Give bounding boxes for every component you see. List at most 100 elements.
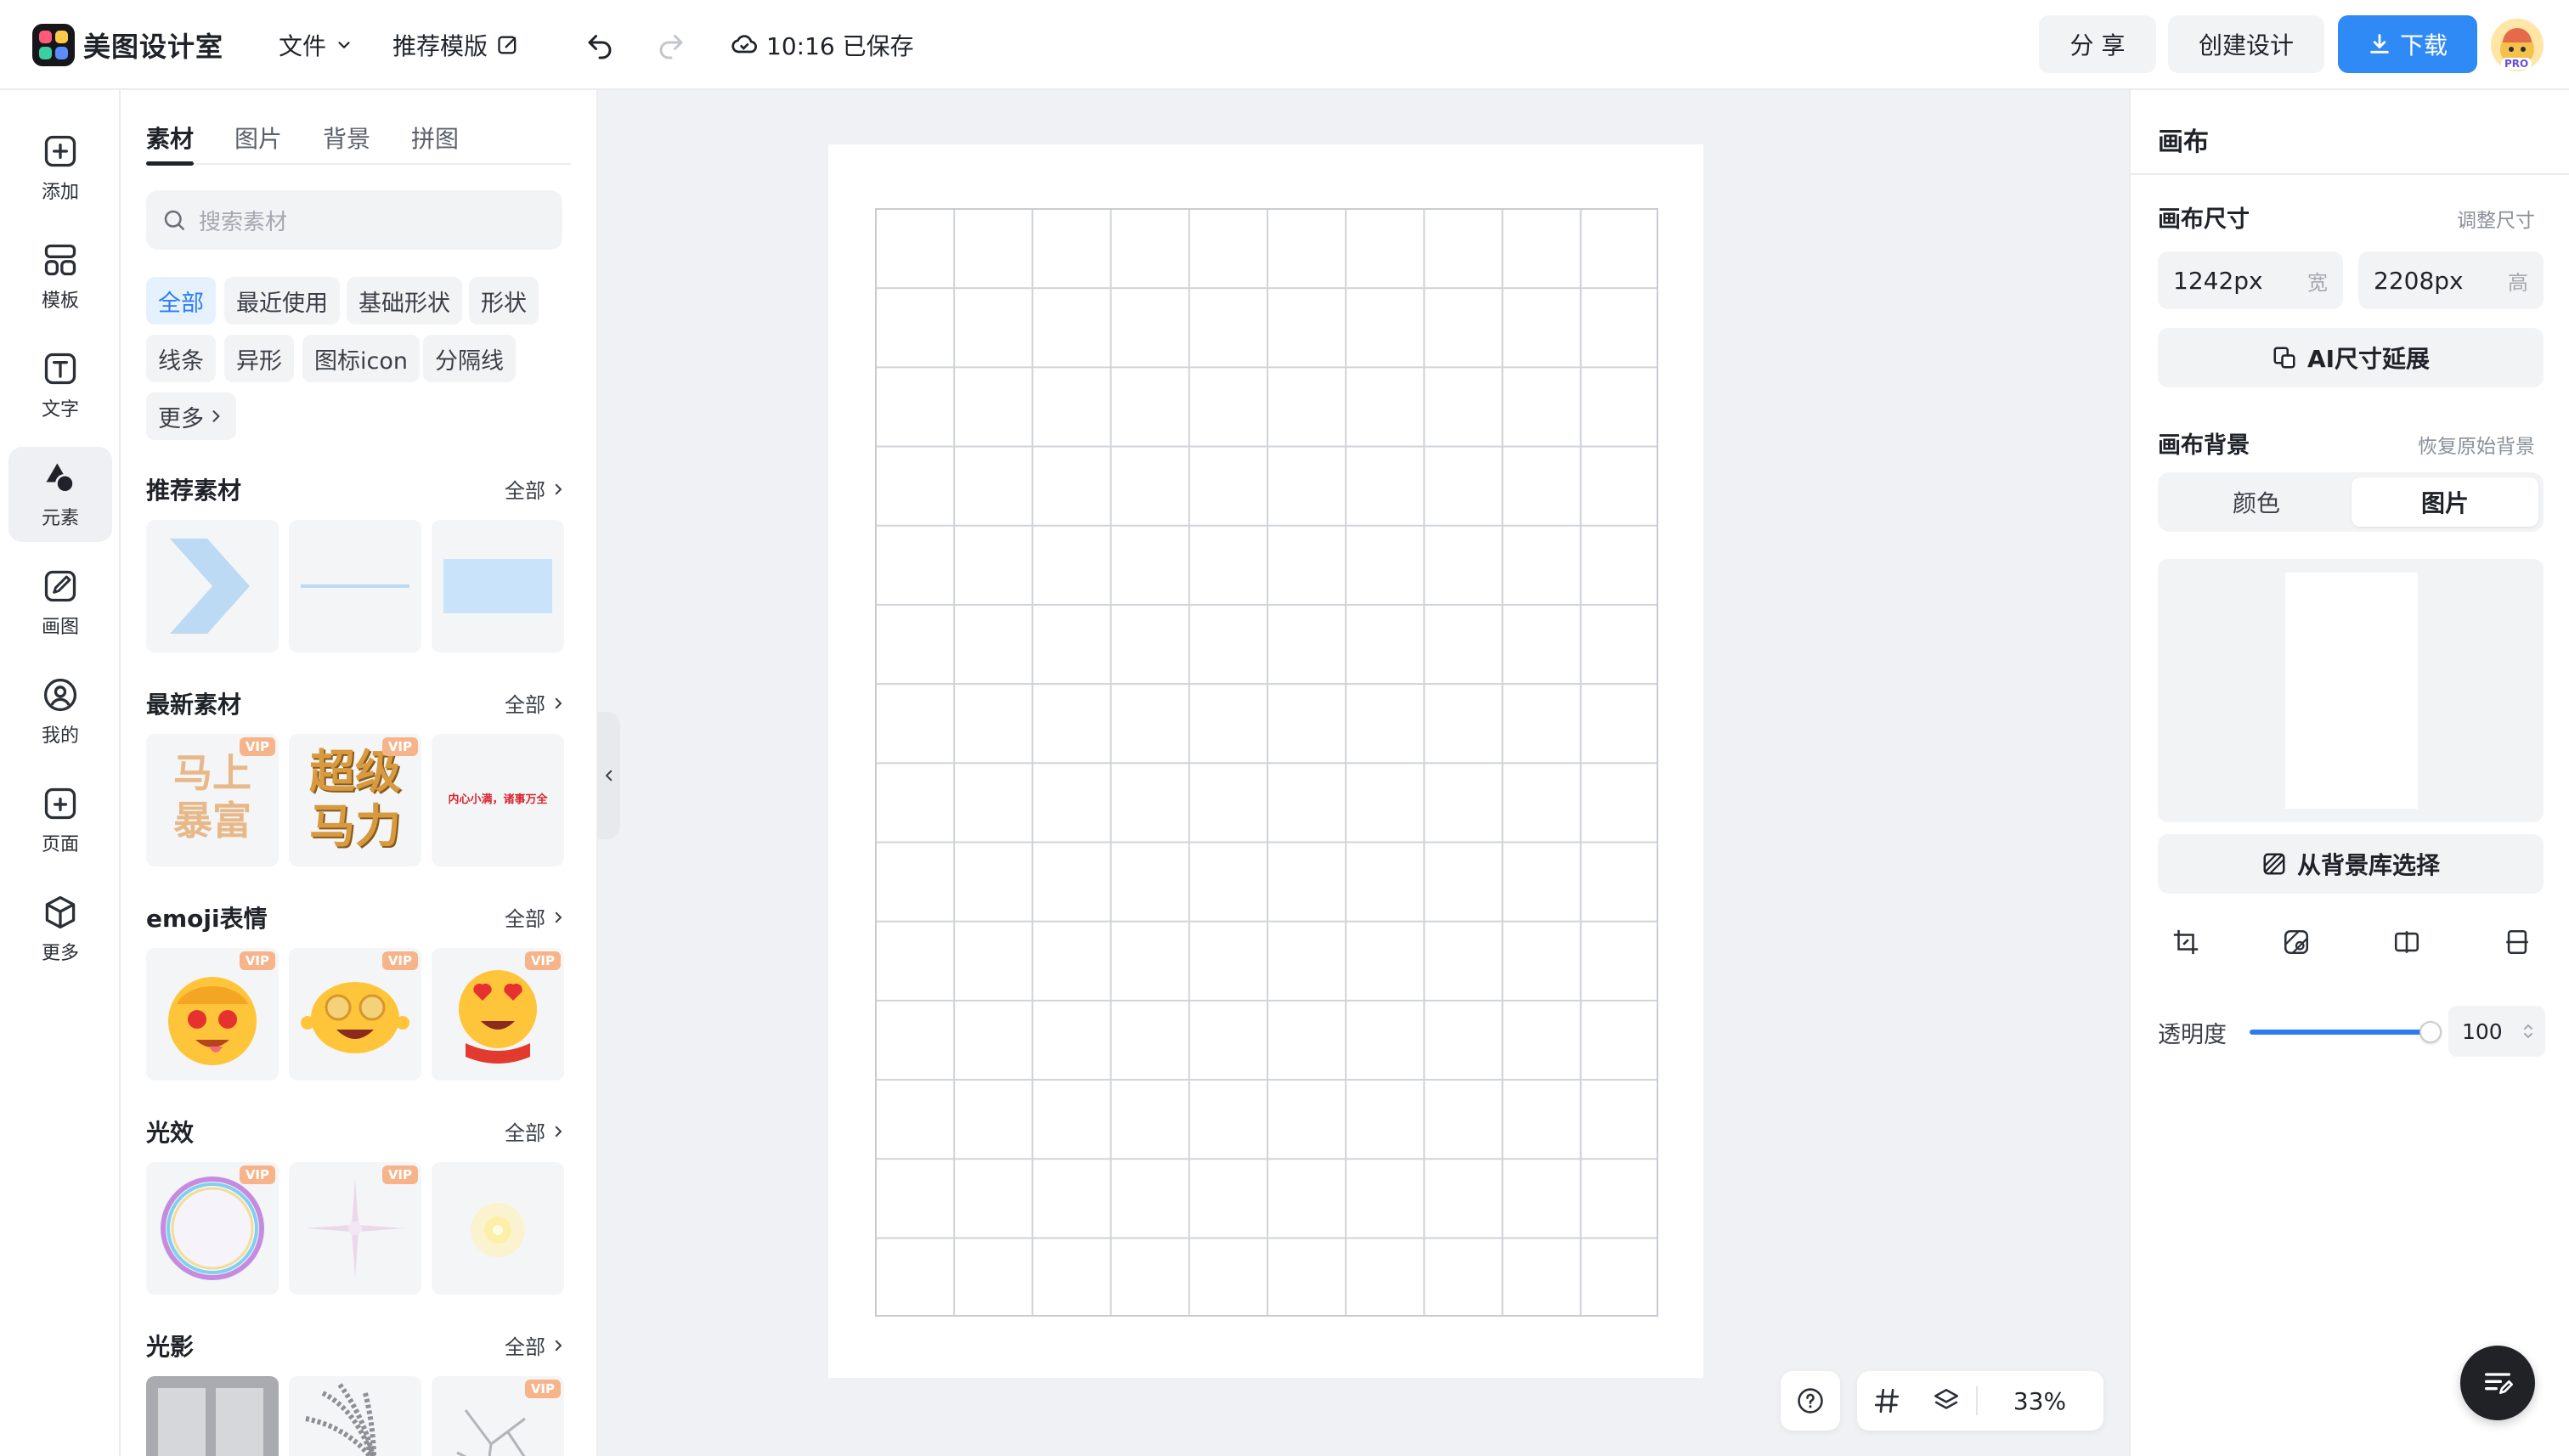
section-all-link[interactable]: 全部 — [505, 688, 566, 718]
layers-button[interactable] — [1917, 1386, 1976, 1415]
crop-button[interactable] — [2166, 923, 2205, 962]
height-field[interactable]: 2208px 高 — [2358, 251, 2544, 309]
nav-more[interactable]: 更多 — [8, 882, 112, 977]
search-input[interactable]: 搜索素材 — [146, 190, 562, 250]
tab-collage[interactable]: 拼图 — [411, 121, 459, 155]
opacity-slider-handle[interactable] — [2419, 1021, 2442, 1043]
cube-icon — [45, 895, 76, 929]
nav-mine[interactable]: 我的 — [8, 664, 112, 759]
section-all-link[interactable]: 全部 — [505, 1330, 566, 1360]
chevron-left-icon — [605, 770, 613, 782]
opacity-label: 透明度 — [2158, 1022, 2227, 1048]
chip-irregular[interactable]: 异形 — [224, 335, 294, 382]
opacity-input[interactable]: 100 — [2448, 1006, 2545, 1057]
line-shape-preview — [301, 584, 409, 588]
asset-rect-shape[interactable] — [432, 520, 564, 652]
resize-link[interactable]: 调整尺寸 — [2457, 204, 2535, 233]
asset-glow-light[interactable] — [432, 1162, 564, 1295]
asset-power-text[interactable]: 超级 马力 VIP — [289, 734, 421, 866]
asset-emoji-heart-eyes[interactable]: VIP — [432, 948, 564, 1081]
cutout-button[interactable] — [2277, 923, 2316, 962]
tab-materials[interactable]: 素材 — [146, 121, 194, 155]
grid-toggle-button[interactable] — [1857, 1386, 1917, 1415]
section-title: 推荐素材 — [146, 477, 242, 505]
asset-star-sparkle[interactable]: VIP — [289, 1162, 421, 1295]
nav-page[interactable]: 页面 — [8, 773, 112, 868]
asset-line-shape[interactable] — [289, 520, 421, 652]
fortune-line-2: 暴富 — [173, 798, 251, 844]
section-title: emoji表情 — [146, 905, 268, 933]
file-menu[interactable]: 文件 — [279, 24, 353, 66]
avatar[interactable]: PRO — [2491, 19, 2544, 71]
asset-fortune-text[interactable]: 马上 暴富 VIP — [146, 734, 279, 866]
search-placeholder: 搜索素材 — [199, 209, 288, 235]
asset-slogan-text[interactable]: 内心小满，诸事万全 — [432, 734, 564, 866]
asset-window-shadow[interactable] — [146, 1376, 279, 1456]
grid-element[interactable] — [875, 208, 1658, 1317]
asset-palm-shadow[interactable] — [289, 1376, 421, 1456]
section-all-label: 全部 — [505, 1121, 545, 1145]
download-button[interactable]: 下载 — [2338, 15, 2477, 73]
help-button[interactable] — [1781, 1371, 1840, 1431]
file-menu-label: 文件 — [279, 32, 327, 60]
create-design-button[interactable]: 创建设计 — [2168, 15, 2324, 73]
chip-icons[interactable]: 图标icon — [302, 335, 420, 382]
asset-chevron-shape[interactable] — [146, 520, 279, 652]
edit-icon — [498, 36, 517, 54]
chip-lines[interactable]: 线条 — [146, 335, 216, 382]
undo-button[interactable] — [584, 24, 615, 66]
chip-basic-shapes[interactable]: 基础形状 — [347, 277, 462, 324]
user-icon — [43, 678, 77, 712]
ai-extend-button[interactable]: AI尺寸延展 — [2158, 328, 2544, 387]
bg-type-image[interactable]: 图片 — [2352, 477, 2538, 527]
opacity-slider[interactable] — [2250, 1030, 2430, 1035]
bg-library-button[interactable]: 从背景库选择 — [2158, 834, 2544, 894]
section-all-link[interactable]: 全部 — [505, 902, 566, 932]
nav-draw[interactable]: 画图 — [8, 556, 112, 651]
slogan-text-preview: 内心小满，诸事万全 — [448, 793, 548, 806]
tab-backgrounds[interactable]: 背景 — [323, 121, 370, 155]
app-logo[interactable]: 美图设计室 — [32, 24, 223, 66]
chip-more[interactable]: 更多 — [146, 392, 236, 440]
section-all-label: 全部 — [505, 693, 545, 717]
top-bar: 美图设计室 文件 推荐模版 10:16 已保存 分 享 创建设计 下载 PRO — [0, 0, 2569, 90]
chip-shapes[interactable]: 形状 — [469, 277, 539, 324]
list-edit-icon — [2485, 1373, 2513, 1394]
redo-button[interactable] — [656, 24, 686, 66]
restore-bg-link[interactable]: 恢复原始背景 — [2418, 430, 2535, 459]
nav-elements[interactable]: 元素 — [8, 447, 112, 542]
bg-type-color[interactable]: 颜色 — [2163, 477, 2350, 527]
asset-emoji-coin-eyes[interactable]: VIP — [289, 948, 421, 1081]
nav-label: 元素 — [41, 508, 79, 529]
asset-emoji-money-face[interactable]: VIP — [146, 948, 279, 1081]
nav-text[interactable]: 文字 — [8, 338, 112, 433]
canvas-page[interactable] — [828, 144, 1703, 1378]
collapse-panel-button[interactable] — [598, 712, 620, 839]
chip-recent[interactable]: 最近使用 — [224, 277, 340, 324]
chip-all[interactable]: 全部 — [146, 277, 216, 324]
section-all-link[interactable]: 全部 — [505, 1116, 566, 1146]
floating-menu-button[interactable] — [2460, 1346, 2535, 1420]
chip-dividers[interactable]: 分隔线 — [423, 335, 516, 382]
vip-badge: VIP — [381, 737, 418, 756]
asset-rainbow-bubble[interactable]: VIP — [146, 1162, 279, 1295]
nav-template[interactable]: 模板 — [8, 229, 112, 324]
bg-preview[interactable] — [2158, 559, 2544, 822]
glow-light-preview — [471, 1203, 525, 1257]
tab-images[interactable]: 图片 — [234, 121, 282, 155]
flip-horizontal-button[interactable] — [2387, 923, 2426, 962]
bg-preview-thumbnail — [2285, 573, 2418, 809]
plus-square-icon — [44, 135, 76, 167]
zoom-level[interactable]: 33% — [1978, 1387, 2102, 1415]
flip-vertical-button[interactable] — [2498, 923, 2537, 962]
recommend-template-button[interactable]: 推荐模版 — [392, 24, 520, 66]
section-all-link[interactable]: 全部 — [505, 474, 566, 504]
asset-branch-shadow[interactable]: VIP — [432, 1376, 564, 1456]
bg-library-label: 从背景库选择 — [2296, 851, 2440, 879]
vip-badge: VIP — [381, 951, 418, 970]
vip-badge: VIP — [381, 1165, 418, 1184]
width-field[interactable]: 1242px 宽 — [2158, 251, 2343, 309]
nav-add[interactable]: 添加 — [8, 121, 112, 216]
undo-icon — [588, 35, 612, 59]
share-button[interactable]: 分 享 — [2039, 15, 2156, 73]
